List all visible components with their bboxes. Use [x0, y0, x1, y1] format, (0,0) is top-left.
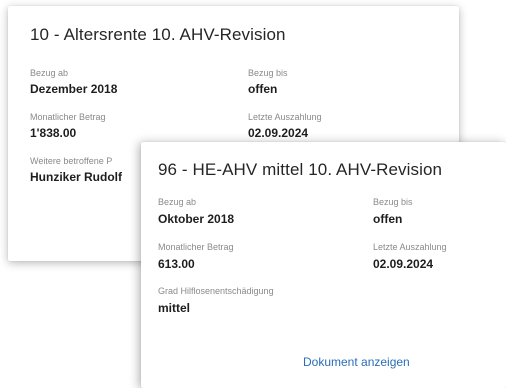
letzte-auszahlung-label: Letzte Auszahlung [373, 242, 447, 252]
bezug-ab-label: Bezug ab [158, 197, 197, 207]
grad-hilflosenentschaedigung-value: mittel [158, 301, 191, 315]
monatlicher-betrag-value: 1'838.00 [30, 126, 77, 140]
bezug-ab-value: Dezember 2018 [30, 82, 118, 96]
letzte-auszahlung-value: 02.09.2024 [248, 126, 309, 140]
dokument-anzeigen-link[interactable]: Dokument anzeigen [303, 355, 410, 369]
card-title: 96 - HE-AHV mittel 10. AHV-Revision [158, 160, 443, 179]
bezug-bis-label: Bezug bis [248, 68, 288, 78]
benefit-card-he-ahv: 96 - HE-AHV mittel 10. AHV-Revision Bezu… [141, 142, 506, 388]
letzte-auszahlung-label: Letzte Auszahlung [248, 112, 322, 122]
monatlicher-betrag-label: Monatlicher Betrag [158, 242, 234, 252]
monatlicher-betrag-value: 613.00 [158, 257, 195, 271]
bezug-bis-value: offen [373, 212, 403, 226]
stage: 10 - Altersrente 10. AHV-Revision Bezug … [0, 0, 506, 388]
letzte-auszahlung-value: 02.09.2024 [373, 257, 434, 271]
bezug-ab-label: Bezug ab [30, 68, 69, 78]
weitere-betroffene-value: Hunziker Rudolf [30, 170, 122, 184]
bezug-ab-value: Oktober 2018 [158, 212, 235, 226]
bezug-bis-label: Bezug bis [373, 197, 413, 207]
monatlicher-betrag-label: Monatlicher Betrag [30, 112, 106, 122]
card-title: 10 - Altersrente 10. AHV-Revision [30, 25, 286, 44]
grad-hilflosenentschaedigung-label: Grad Hilflosenentschädigung [158, 286, 274, 296]
weitere-betroffene-label: Weitere betroffene P [30, 156, 113, 166]
bezug-bis-value: offen [248, 82, 278, 96]
